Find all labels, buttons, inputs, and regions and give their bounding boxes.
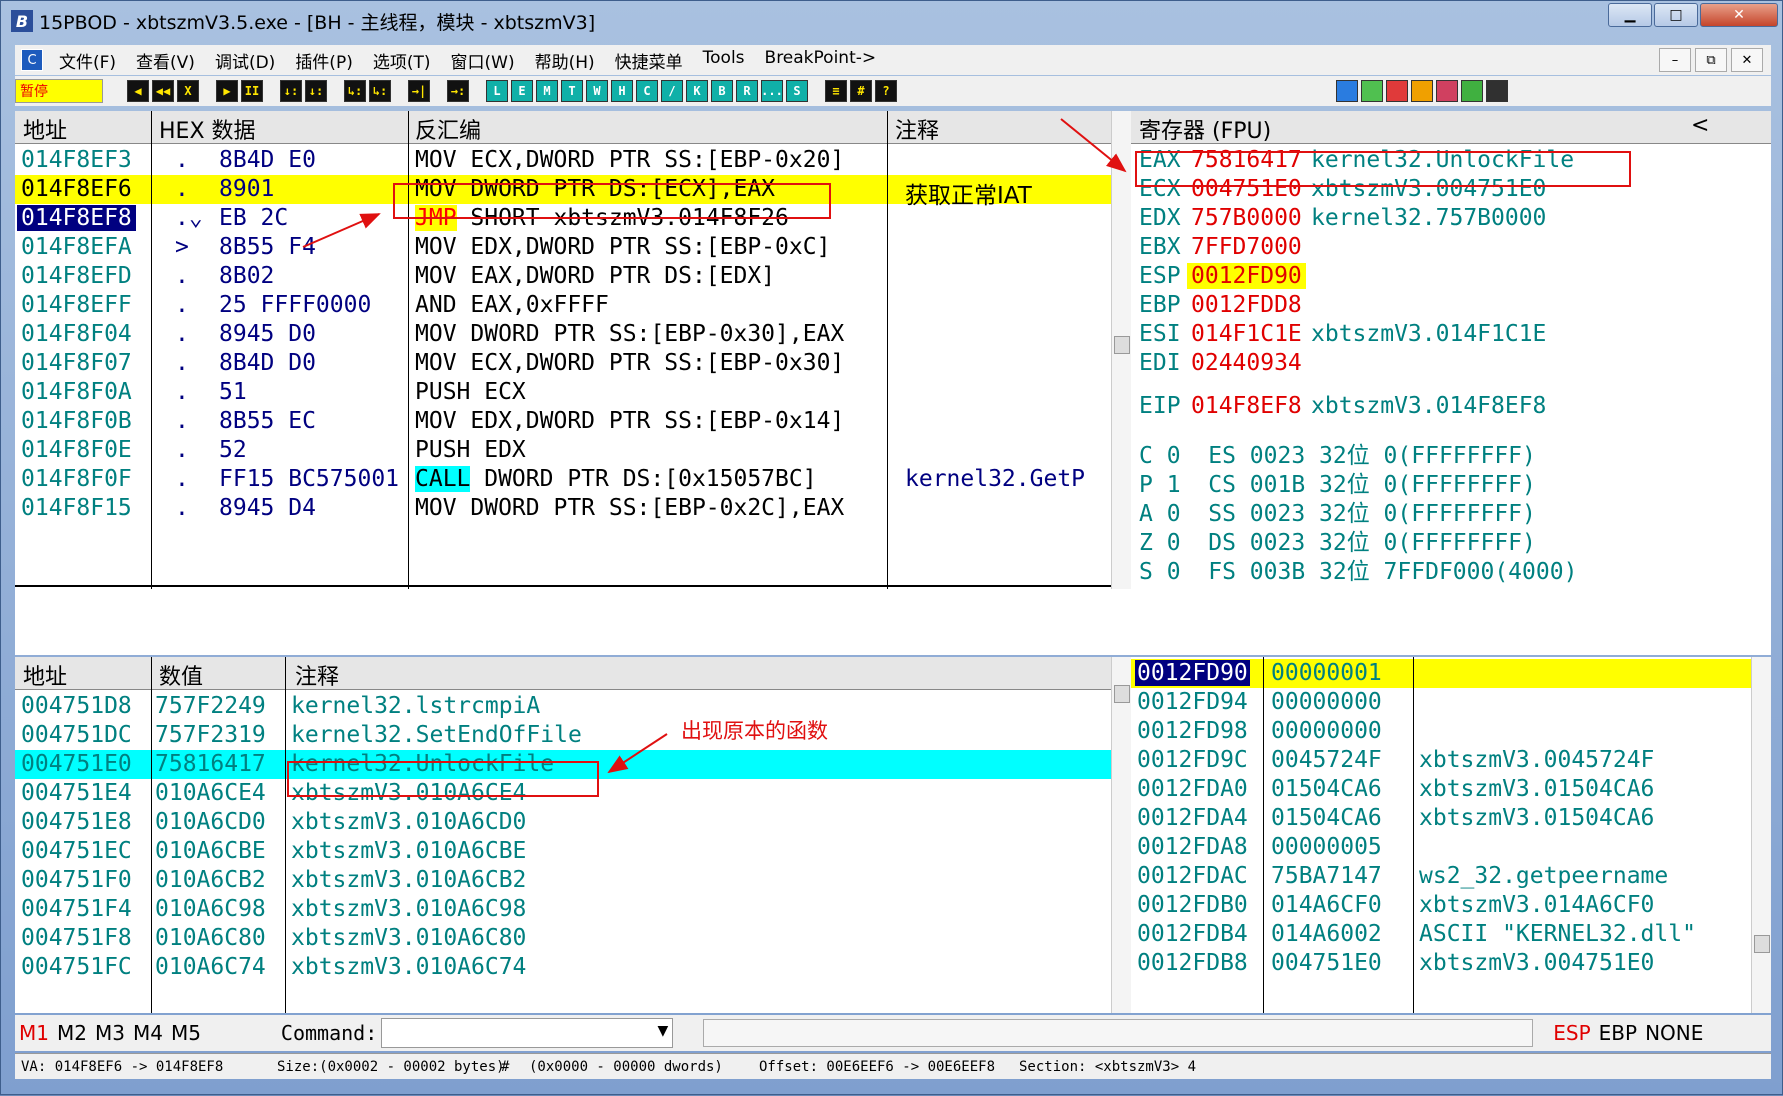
stack-mark-ebp[interactable]: EBP xyxy=(1599,1021,1637,1045)
stack-mark-esp[interactable]: ESP xyxy=(1553,1021,1590,1045)
status-size: Size:(0x0002 - 00002 bytes) xyxy=(277,1058,505,1075)
memory-mark-m4[interactable]: M4 xyxy=(133,1021,163,1045)
status-dwords: (0x0000 - 00000 dwords) xyxy=(529,1058,723,1075)
status-bar: VA: 014F8EF6 -> 014F8EF8 Size:(0x0002 - … xyxy=(15,1053,1771,1079)
main-window: B 15PBOD - xbtszmV3.5.exe - [BH - 主线程，模块… xyxy=(0,0,1783,1095)
status-va: VA: 014F8EF6 -> 014F8EF8 xyxy=(21,1058,224,1075)
memory-mark-m1[interactable]: M1 xyxy=(19,1021,49,1045)
memory-mark-m3[interactable]: M3 xyxy=(95,1021,125,1045)
dropdown-icon[interactable]: ▼ xyxy=(657,1023,668,1039)
memory-mark-m5[interactable]: M5 xyxy=(171,1021,201,1045)
status-hash: # xyxy=(501,1058,510,1075)
command-input[interactable]: ▼ xyxy=(381,1018,674,1048)
memory-mark-m2[interactable]: M2 xyxy=(57,1021,87,1045)
command-label: Command: xyxy=(280,1021,378,1045)
command-output xyxy=(703,1019,1534,1047)
status-section: Section: <xbtszmV3> 4 xyxy=(1019,1058,1197,1075)
annotation-arrows xyxy=(302,118,1127,774)
stack-mark-none[interactable]: NONE xyxy=(1645,1021,1703,1045)
command-bar: M1 M2 M3 M4 M5 Command: ▼ ESP EBP NONE xyxy=(15,1015,1771,1051)
status-offset: Offset: 00E6EEF6 -> 00E6EEF8 xyxy=(759,1058,996,1075)
